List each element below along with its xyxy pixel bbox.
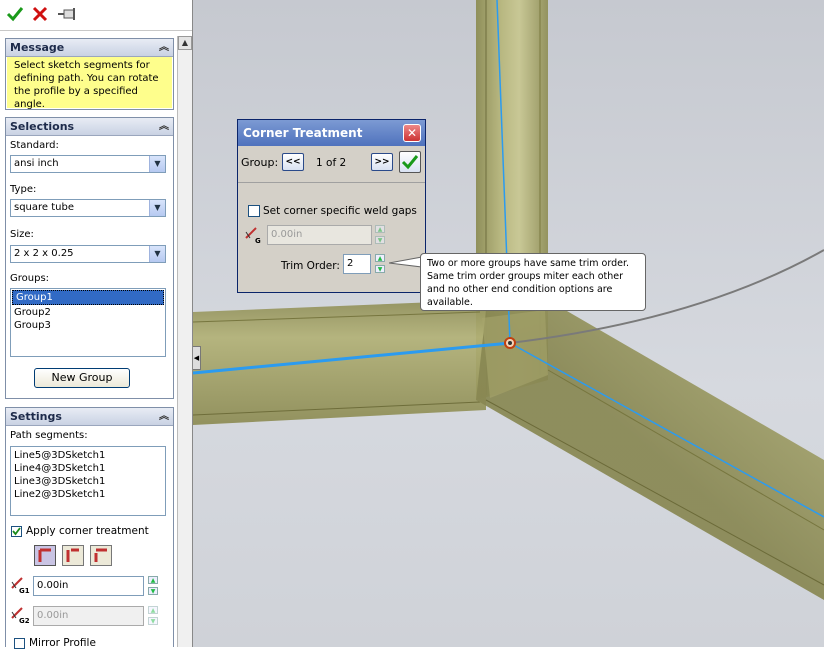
weld-gap-input[interactable]: 0.00in xyxy=(267,225,372,245)
gap2-subscript: G2 xyxy=(19,617,30,625)
collapse-icon[interactable]: ︽ xyxy=(159,408,169,425)
message-panel-header[interactable]: Message ︽ xyxy=(6,39,173,57)
standard-value: ansi inch xyxy=(14,158,59,169)
path-segments-label: Path segments: xyxy=(10,430,88,441)
message-panel-title: Message xyxy=(10,41,65,54)
gap2-input[interactable]: 0.00in xyxy=(33,606,144,626)
weld-gap-icon: G xyxy=(244,226,266,246)
list-item[interactable]: Line2@3DSketch1 xyxy=(11,488,165,501)
trim-order-spin-down[interactable]: ▼ xyxy=(375,265,385,273)
list-item[interactable]: Line3@3DSketch1 xyxy=(11,475,165,488)
previous-group-button[interactable]: << xyxy=(282,153,304,171)
close-icon[interactable]: ✕ xyxy=(403,124,421,142)
type-select[interactable]: square tube ▼ xyxy=(10,199,166,217)
collapse-icon[interactable]: ︽ xyxy=(159,118,169,135)
weld-gap1-icon: G1 xyxy=(10,576,32,596)
path-segments-list[interactable]: Line5@3DSketch1 Line4@3DSketch1 Line3@3D… xyxy=(10,446,166,516)
gap1-spin-down[interactable]: ▼ xyxy=(148,587,158,595)
weldment-model xyxy=(193,0,824,600)
property-manager-scrollbar[interactable]: ▲ xyxy=(177,36,192,647)
selections-panel-title: Selections xyxy=(10,120,75,133)
close-icon[interactable] xyxy=(31,5,49,23)
settings-panel-title: Settings xyxy=(10,410,62,423)
list-item[interactable]: Group1 xyxy=(12,290,164,305)
trim-order-label: Trim Order: xyxy=(281,260,340,272)
selections-panel-header[interactable]: Selections ︽ xyxy=(6,118,173,136)
end-butt2-icon xyxy=(94,548,107,562)
group-label: Group: xyxy=(241,156,279,169)
collapse-icon[interactable]: ︽ xyxy=(159,39,169,56)
corner-end-butt1-button[interactable] xyxy=(62,545,84,566)
size-value: 2 x 2 x 0.25 xyxy=(14,248,74,259)
end-trim-icon xyxy=(38,548,51,562)
apply-corner-checkbox[interactable] xyxy=(11,526,22,537)
gap2-spin-down[interactable]: ▼ xyxy=(148,617,158,625)
list-item[interactable]: Group3 xyxy=(11,319,165,332)
panel-splitter-handle[interactable]: ◀ xyxy=(192,346,201,370)
size-select[interactable]: 2 x 2 x 0.25 ▼ xyxy=(10,245,166,263)
new-group-button[interactable]: New Group xyxy=(34,368,130,388)
dialog-divider xyxy=(238,182,425,183)
weld-gap-checkbox[interactable] xyxy=(248,205,260,217)
checkmark-icon xyxy=(12,527,21,536)
end-butt1-icon xyxy=(66,548,79,562)
property-manager-toolbar xyxy=(0,0,192,31)
corner-end-butt2-button[interactable] xyxy=(90,545,112,566)
corner-end-trim-button[interactable] xyxy=(34,545,56,566)
tooltip-pointer xyxy=(389,256,423,268)
gap2-spin-up[interactable]: ▲ xyxy=(148,606,158,614)
type-value: square tube xyxy=(14,202,75,213)
trim-order-spin-up[interactable]: ▲ xyxy=(375,254,385,262)
weld-gap-label: Set corner specific weld gaps xyxy=(263,205,417,217)
size-label: Size: xyxy=(10,229,34,240)
gap1-input[interactable]: 0.00in xyxy=(33,576,144,596)
confirm-group-button[interactable] xyxy=(399,151,421,173)
weld-gap-spin-down[interactable]: ▼ xyxy=(375,236,385,244)
property-manager: ▲ Message ︽ Select sketch segments for d… xyxy=(0,0,193,649)
scroll-up-button[interactable]: ▲ xyxy=(178,36,192,50)
standard-label: Standard: xyxy=(10,140,59,151)
pushpin-icon[interactable] xyxy=(57,5,75,23)
trim-order-tooltip: Two or more groups have same trim order.… xyxy=(420,253,646,311)
horizontal-tube[interactable] xyxy=(193,300,486,425)
standard-select[interactable]: ansi inch ▼ xyxy=(10,155,166,173)
mirror-profile-label: Mirror Profile xyxy=(29,637,96,649)
apply-corner-label: Apply corner treatment xyxy=(26,525,149,537)
check-icon[interactable] xyxy=(6,5,24,23)
groups-list[interactable]: Group1 Group2 Group3 xyxy=(10,288,166,357)
settings-panel: Settings ︽ Path segments: Line5@3DSketch… xyxy=(5,407,174,649)
dialog-title: Corner Treatment xyxy=(243,126,363,140)
list-item[interactable]: Line5@3DSketch1 xyxy=(11,449,165,462)
gap1-subscript: G1 xyxy=(19,587,30,595)
list-item[interactable]: Line4@3DSketch1 xyxy=(11,462,165,475)
trim-order-input[interactable]: 2 xyxy=(343,254,371,274)
groups-label: Groups: xyxy=(10,273,50,284)
check-icon xyxy=(401,155,419,170)
message-panel: Message ︽ Select sketch segments for def… xyxy=(5,38,174,110)
chevron-down-icon[interactable]: ▼ xyxy=(149,200,165,216)
gap1-spin-up[interactable]: ▲ xyxy=(148,576,158,584)
chevron-down-icon[interactable]: ▼ xyxy=(149,246,165,262)
weld-gap2-icon: G2 xyxy=(10,606,32,626)
chevron-down-icon[interactable]: ▼ xyxy=(149,156,165,172)
mirror-profile-checkbox[interactable] xyxy=(14,638,25,649)
list-item[interactable]: Group2 xyxy=(11,306,165,319)
settings-panel-header[interactable]: Settings ︽ xyxy=(6,408,173,426)
type-label: Type: xyxy=(10,184,37,195)
selections-panel: Selections ︽ Standard: ansi inch ▼ Type:… xyxy=(5,117,174,399)
gap-subscript: G xyxy=(255,237,261,245)
message-text: Select sketch segments for defining path… xyxy=(7,57,172,110)
next-group-button[interactable]: >> xyxy=(371,153,393,171)
graphics-viewport[interactable] xyxy=(193,0,824,647)
weld-gap-spin-up[interactable]: ▲ xyxy=(375,225,385,233)
group-position: 1 of 2 xyxy=(316,157,347,169)
dialog-title-bar[interactable]: Corner Treatment xyxy=(238,120,425,146)
